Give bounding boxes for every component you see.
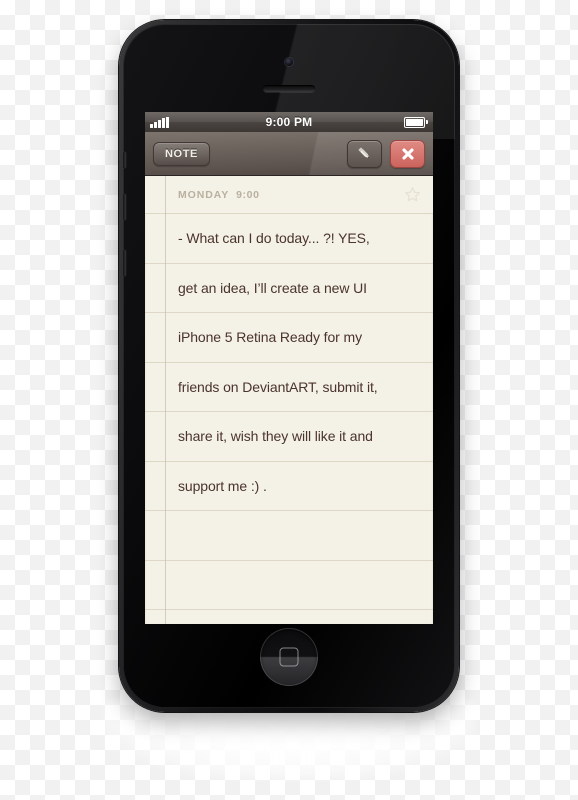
front-camera-icon [285, 58, 293, 66]
note-line-row[interactable] [145, 561, 433, 610]
star-outline-icon[interactable] [404, 186, 421, 203]
note-line-text: - What can I do today... ?! YES, [178, 230, 370, 247]
note-line-text: support me :) . [178, 477, 267, 494]
note-tab-button[interactable]: NOTE [153, 141, 210, 166]
note-line-row[interactable] [145, 511, 433, 561]
volume-up-button[interactable] [123, 194, 126, 220]
note-line-row[interactable]: iPhone 5 Retina Ready for my [145, 313, 433, 363]
pencil-icon [358, 147, 370, 159]
close-x-icon [401, 147, 414, 160]
note-line-row[interactable]: get an idea, I’ll create a new UI [145, 264, 433, 313]
edit-button[interactable] [347, 139, 382, 168]
phone-front-glass: 9:00 PM NOTE MONDAY 9:00 - What can I do… [123, 24, 455, 708]
note-paper[interactable]: MONDAY 9:00 - What can I do today... ?! … [145, 176, 433, 624]
app-toolbar: NOTE [145, 132, 433, 176]
note-line-row[interactable]: - What can I do today... ?! YES, [145, 214, 433, 264]
note-meta-row: MONDAY 9:00 [145, 176, 433, 214]
note-line-text: iPhone 5 Retina Ready for my [178, 329, 362, 346]
silent-switch[interactable] [123, 152, 126, 168]
home-square-glyph [279, 647, 299, 667]
note-time-label: 9:00 [236, 188, 260, 201]
note-line-text: friends on DeviantART, submit it, [178, 378, 378, 395]
device-drop-shadow [104, 700, 476, 780]
note-line-text: share it, wish they will like it and [178, 428, 373, 445]
volume-down-button[interactable] [123, 250, 126, 276]
status-bar: 9:00 PM [145, 112, 433, 132]
home-button-icon[interactable] [260, 628, 318, 686]
note-line-row[interactable]: support me :) . [145, 462, 433, 511]
toolbar-actions [347, 139, 425, 168]
note-line-text: get an idea, I’ll create a new UI [178, 279, 367, 296]
iphone-device: 9:00 PM NOTE MONDAY 9:00 - What can I do… [119, 20, 459, 712]
note-date-label: MONDAY [178, 188, 230, 201]
note-line-row[interactable]: share it, wish they will like it and [145, 412, 433, 462]
note-line-row[interactable]: friends on DeviantART, submit it, [145, 363, 433, 412]
status-bar-time: 9:00 PM [265, 115, 313, 129]
earpiece-speaker-icon [263, 85, 315, 92]
phone-screen: 9:00 PM NOTE MONDAY 9:00 - What can I do… [145, 112, 433, 624]
delete-button[interactable] [390, 139, 425, 168]
